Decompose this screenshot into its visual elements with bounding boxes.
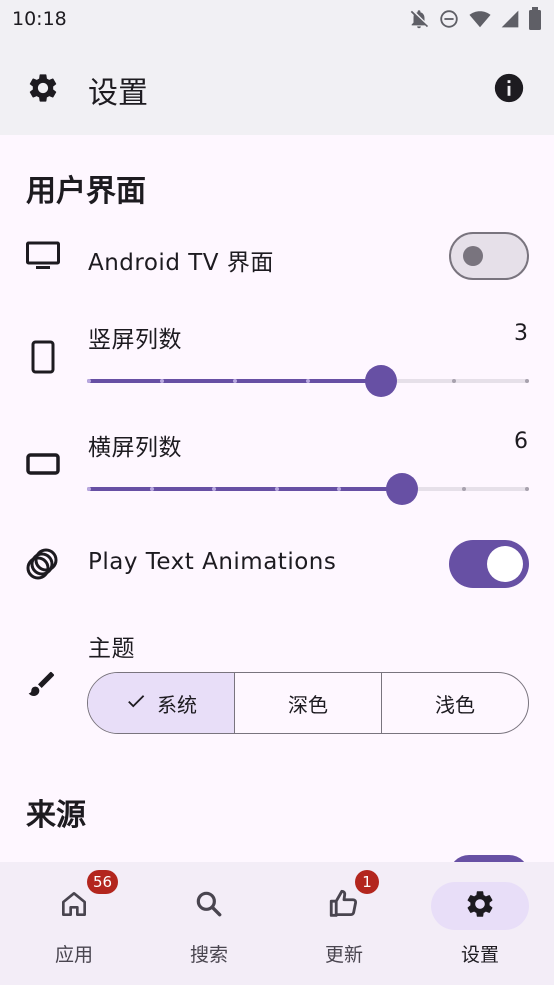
badge-apps: 56 [87, 870, 119, 894]
slider-track-fill [87, 487, 402, 491]
android-tv-label: Android TV 界面 [88, 250, 274, 276]
nav-label-search: 搜索 [189, 944, 228, 966]
theme-option-light[interactable]: 浅色 [381, 673, 528, 733]
notifications-off-icon [408, 8, 430, 30]
slider-tick [149, 487, 154, 491]
switch-knob [463, 246, 483, 266]
battery-icon [528, 7, 542, 31]
gear-icon [26, 71, 60, 109]
nav-icon-container [431, 882, 529, 930]
signal-icon [500, 8, 520, 30]
nav-item-apps[interactable]: 56 应用 [5, 862, 143, 985]
slider-tick [274, 487, 279, 491]
section-title-sources: 来源 [26, 798, 86, 833]
portrait-columns-label: 竖屏列数 [88, 327, 182, 353]
theme-option-system[interactable]: 系统 [88, 673, 234, 733]
slider-thumb[interactable] [385, 473, 418, 505]
bottom-navigation: 56 应用 搜索 1 更新 设置 [0, 862, 554, 985]
wifi-icon [468, 8, 492, 30]
do-not-disturb-icon [438, 8, 460, 30]
tv-icon [26, 241, 60, 275]
play-text-animations-label: Play Text Animations [88, 549, 337, 575]
portrait-columns-value: 3 [514, 321, 528, 346]
page-title: 设置 [88, 76, 148, 111]
slider-tick [306, 379, 310, 383]
theme-label: 主题 [88, 636, 135, 662]
status-bar: 10:18 [0, 0, 554, 40]
section-title-ui: 用户界面 [26, 174, 146, 209]
switch-knob [487, 546, 523, 582]
slider-tick [87, 379, 91, 383]
thumb-up-icon [327, 887, 361, 925]
theme-option-label: 浅色 [435, 692, 475, 717]
gear-icon [464, 888, 496, 924]
theme-option-label: 深色 [288, 692, 328, 717]
brush-icon [26, 668, 58, 704]
nav-item-settings[interactable]: 设置 [411, 862, 549, 985]
slider-tick [525, 487, 529, 491]
play-text-animations-switch[interactable] [449, 540, 529, 588]
app-bar: 设置 [0, 40, 554, 135]
animation-icon [26, 547, 60, 585]
home-icon [58, 888, 90, 924]
theme-segmented-control: 系统 深色 浅色 [87, 672, 529, 734]
phone-landscape-icon [26, 452, 60, 480]
search-icon [193, 888, 225, 924]
theme-option-label: 系统 [157, 692, 197, 717]
status-time: 10:18 [12, 8, 67, 30]
nav-label-settings: 设置 [460, 944, 499, 966]
android-tv-switch[interactable] [449, 232, 529, 280]
phone-portrait-icon [31, 340, 55, 378]
slider-tick [233, 379, 237, 383]
slider-tick [452, 379, 456, 383]
nav-icon-container [160, 882, 258, 930]
landscape-columns-slider[interactable] [87, 471, 529, 507]
theme-option-dark[interactable]: 深色 [234, 673, 381, 733]
badge-updates: 1 [355, 870, 379, 894]
landscape-columns-label: 横屏列数 [88, 435, 182, 461]
nav-label-apps: 应用 [54, 944, 93, 966]
slider-thumb[interactable] [365, 365, 398, 397]
slider-tick [87, 487, 91, 491]
check-icon [125, 690, 147, 717]
nav-icon-container [295, 882, 393, 930]
status-icons [408, 6, 542, 32]
nav-item-updates[interactable]: 1 更新 [275, 862, 413, 985]
slider-tick [525, 379, 529, 383]
nav-item-search[interactable]: 搜索 [140, 862, 278, 985]
info-icon[interactable] [492, 71, 526, 109]
portrait-columns-slider[interactable] [87, 363, 529, 399]
slider-tick [160, 379, 164, 383]
landscape-columns-value: 6 [514, 429, 528, 454]
nav-label-updates: 更新 [324, 944, 363, 966]
